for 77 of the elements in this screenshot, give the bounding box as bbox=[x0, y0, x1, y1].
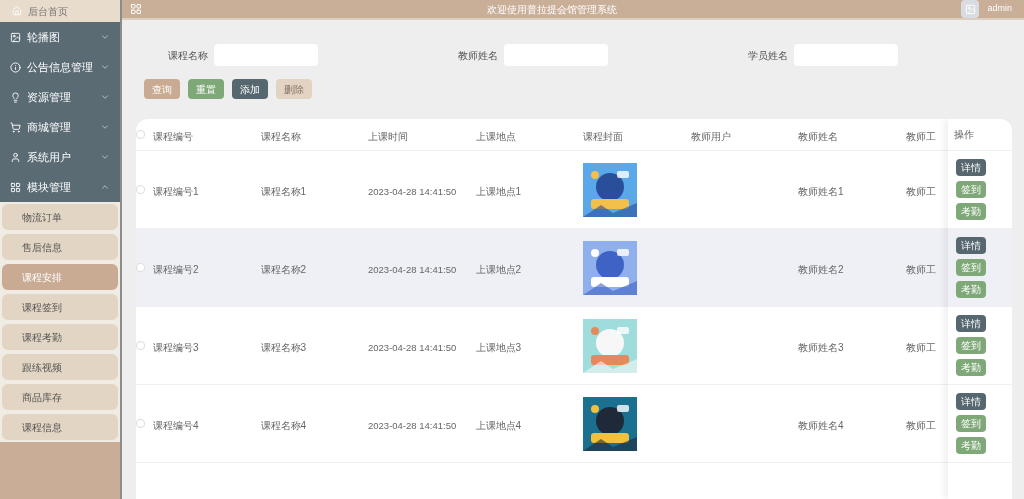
table-cell: 上课地点4 bbox=[475, 419, 522, 431]
header-title: 欢迎使用普拉提会馆管理系统 bbox=[485, 2, 618, 17]
submenu-item[interactable]: 物流订单 bbox=[2, 204, 118, 230]
table-cell: 课程名称4 bbox=[260, 419, 307, 431]
chevron-icon bbox=[100, 32, 110, 42]
table-cell: 上课地点1 bbox=[475, 185, 522, 197]
column-header: 课程封面 bbox=[583, 130, 623, 142]
column-header: 教师姓名 bbox=[798, 130, 838, 142]
checkbox[interactable] bbox=[136, 185, 145, 194]
submenu-item[interactable]: 课程考勤 bbox=[2, 324, 118, 350]
checkbox[interactable] bbox=[136, 130, 145, 139]
table-cell: 教师姓名1 bbox=[798, 185, 844, 197]
menu-icon bbox=[10, 181, 21, 193]
menu-icon bbox=[10, 121, 21, 133]
table-cell: 教师姓名4 bbox=[798, 419, 844, 431]
table-cell: 课程编号4 bbox=[153, 419, 199, 431]
chevron-icon bbox=[100, 122, 110, 132]
menu-icon bbox=[10, 61, 21, 73]
sidebar-menu-item[interactable]: 系统用户 bbox=[0, 142, 120, 172]
column-header: 教师用户 bbox=[690, 130, 731, 142]
field-label: 教师姓名 bbox=[458, 48, 498, 63]
table-cell: 课程编号3 bbox=[153, 341, 199, 353]
column-header: 教师工 bbox=[905, 130, 936, 142]
table-cell: 课程名称3 bbox=[260, 341, 307, 353]
home-icon bbox=[12, 6, 22, 16]
row-action-button[interactable]: 详情 bbox=[956, 393, 986, 410]
menu-icon bbox=[10, 151, 21, 163]
column-header: 课程名称 bbox=[260, 130, 301, 142]
home-link[interactable]: 后台首页 bbox=[0, 0, 120, 22]
sidebar-menu-item[interactable]: 商城管理 bbox=[0, 112, 120, 142]
chevron-icon bbox=[100, 92, 110, 102]
menu-icon[interactable] bbox=[130, 3, 142, 15]
submenu-item[interactable]: 课程签到 bbox=[2, 294, 118, 320]
table-cell: 2023-04-28 14:41:50 bbox=[368, 185, 457, 197]
field-label: 课程名称 bbox=[168, 48, 208, 63]
table-cell: 课程编号1 bbox=[153, 185, 199, 197]
submenu-item[interactable]: 售后信息 bbox=[2, 234, 118, 260]
row-action-button[interactable]: 详情 bbox=[956, 159, 986, 176]
table-cell: 教师工 bbox=[905, 263, 936, 275]
sidebar-menu-item[interactable]: 资源管理 bbox=[0, 82, 120, 112]
sidebar-menu-item[interactable]: 公告信息管理 bbox=[0, 52, 120, 82]
table-cell: 教师工 bbox=[905, 185, 936, 197]
table-cell: 教师姓名2 bbox=[798, 263, 844, 275]
submenu-item[interactable]: 课程信息 bbox=[2, 414, 118, 440]
chevron-icon bbox=[100, 62, 110, 72]
table-cell: 课程名称2 bbox=[260, 263, 307, 275]
table-cell: 2023-04-28 14:41:50 bbox=[368, 263, 457, 275]
table-cell: 2023-04-28 14:41:50 bbox=[368, 341, 457, 353]
sidebar-menu-item[interactable]: 模块管理 bbox=[0, 172, 120, 202]
checkbox[interactable] bbox=[136, 263, 145, 272]
table-cell: 教师工 bbox=[905, 419, 936, 431]
action-button[interactable]: 添加 bbox=[232, 79, 268, 99]
table-cell: 课程编号2 bbox=[153, 263, 199, 275]
table-cell: 课程名称1 bbox=[260, 185, 307, 197]
column-header: 上课地点 bbox=[475, 130, 516, 142]
table-cell: 2023-04-28 14:41:50 bbox=[368, 419, 457, 431]
submenu-item[interactable]: 跟练视频 bbox=[2, 354, 118, 380]
table-cell: 上课地点2 bbox=[475, 263, 522, 275]
menu-icon bbox=[10, 91, 21, 103]
sidebar-menu-item[interactable]: 轮播图 bbox=[0, 22, 120, 52]
column-header: 课程编号 bbox=[153, 130, 193, 142]
table-cell: 教师工 bbox=[905, 341, 936, 353]
row-action-button[interactable]: 详情 bbox=[956, 315, 986, 332]
avatar-icon[interactable] bbox=[961, 0, 980, 18]
checkbox[interactable] bbox=[136, 341, 145, 350]
username: admin bbox=[987, 2, 1012, 16]
table-cell: 教师姓名3 bbox=[798, 341, 844, 353]
table-cell: 上课地点3 bbox=[475, 341, 522, 353]
submenu-item[interactable]: 商品库存 bbox=[2, 384, 118, 410]
field-label: 学员姓名 bbox=[748, 48, 788, 63]
menu-icon bbox=[10, 31, 21, 43]
row-action-button[interactable]: 详情 bbox=[956, 237, 986, 254]
chevron-icon bbox=[100, 182, 110, 192]
chevron-icon bbox=[100, 152, 110, 162]
column-header: 上课时间 bbox=[368, 130, 408, 142]
checkbox[interactable] bbox=[136, 419, 145, 428]
column-header: 操作 bbox=[954, 128, 974, 142]
